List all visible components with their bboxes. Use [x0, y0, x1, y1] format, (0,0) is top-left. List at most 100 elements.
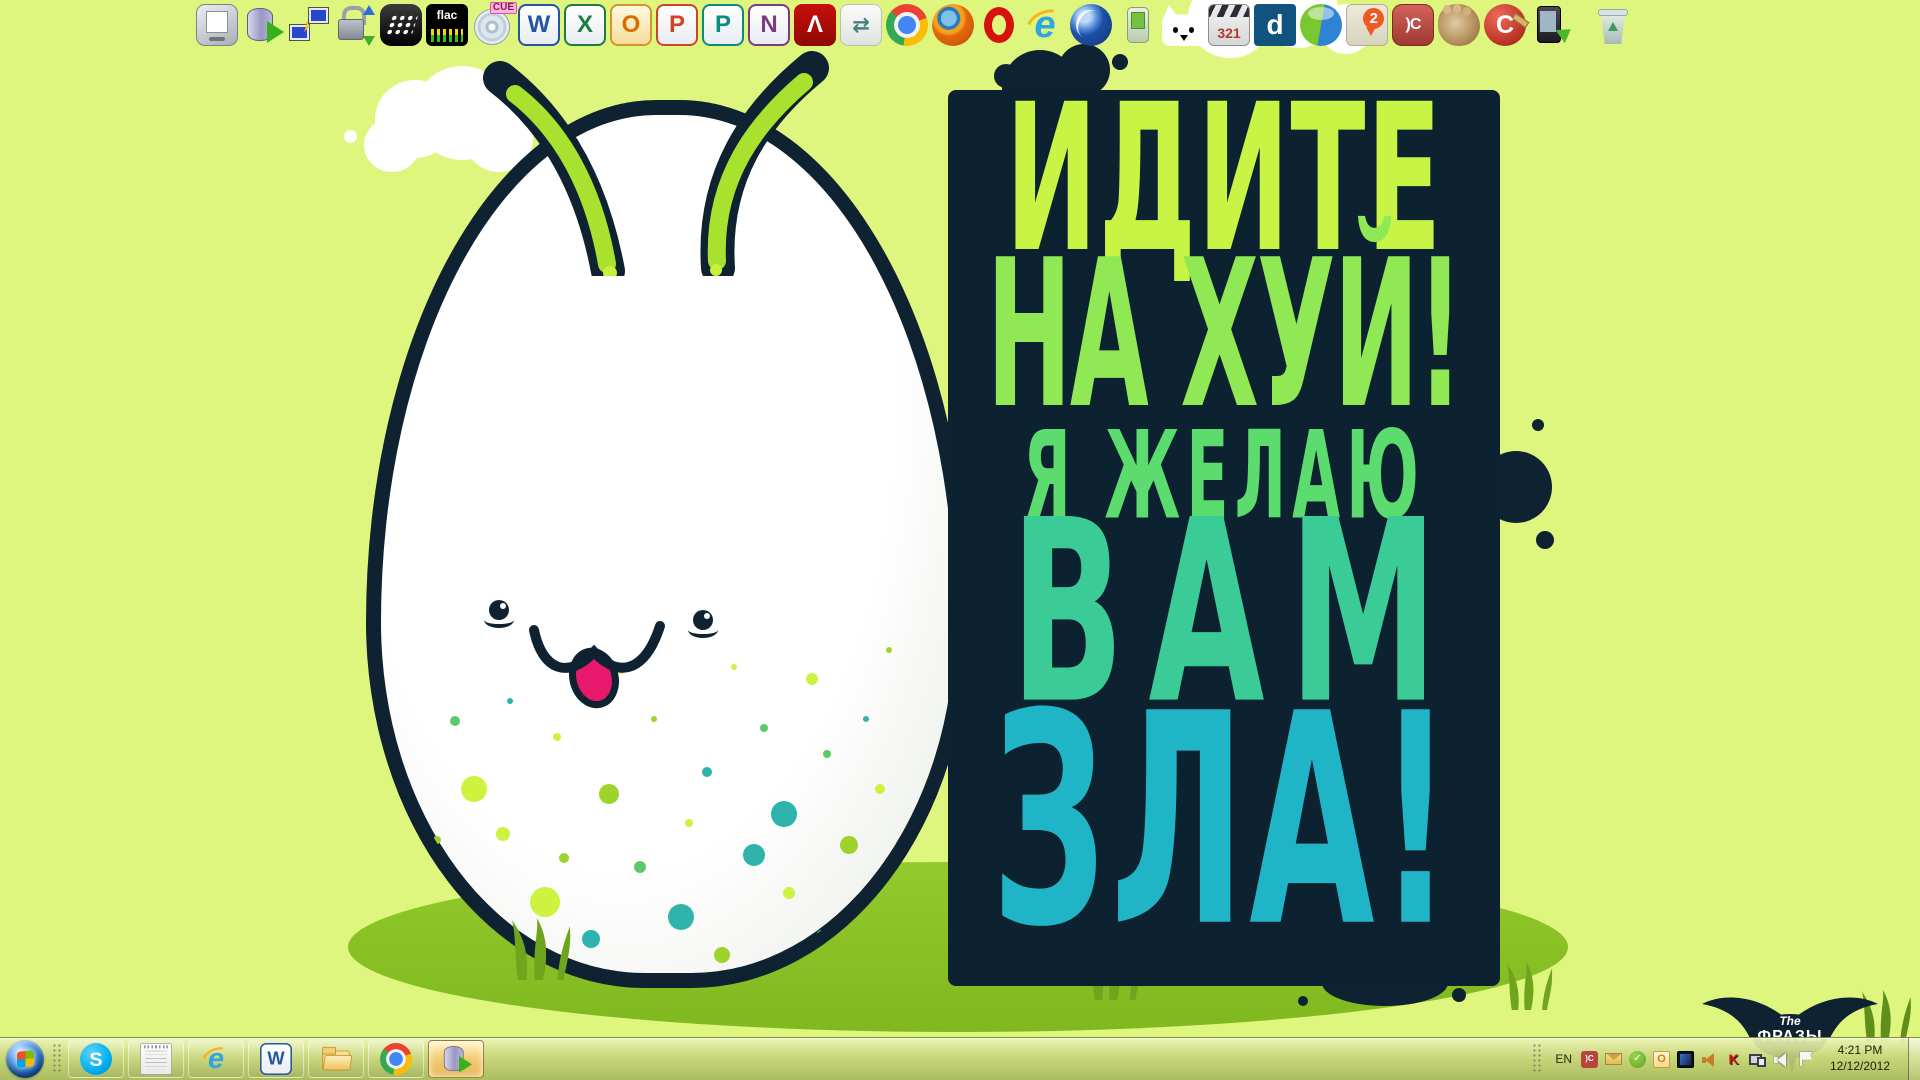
- recycle-bin-icon[interactable]: [1592, 4, 1634, 46]
- cloud: [364, 118, 420, 172]
- speckle: [450, 716, 460, 726]
- speckle: [668, 904, 694, 930]
- tray-update-ok-icon[interactable]: ✓: [1629, 1051, 1646, 1068]
- windows-flag-icon: [17, 1050, 34, 1067]
- adobe-reader-icon[interactable]: Λ: [794, 4, 836, 46]
- remote-desktop-icon[interactable]: [196, 4, 238, 46]
- secure-transfer-icon[interactable]: [334, 4, 376, 46]
- chrome-icon: [380, 1043, 412, 1075]
- firefox-icon[interactable]: [932, 4, 974, 46]
- 2gis-icon[interactable]: 2: [1346, 4, 1388, 46]
- speckle: [702, 767, 712, 777]
- sync-arrows-icon[interactable]: ⇄: [840, 4, 882, 46]
- excel-icon[interactable]: X: [564, 4, 606, 46]
- speckle: [530, 887, 560, 917]
- speckle: [714, 947, 730, 963]
- clock-time: 4:21 PM: [1823, 1043, 1897, 1059]
- tray-dc-plus-plus-icon[interactable]: )C: [1581, 1051, 1598, 1068]
- qip-icon[interactable]: [1116, 4, 1158, 46]
- skype-icon: S: [80, 1043, 112, 1075]
- taskbar-button-notepad[interactable]: [128, 1040, 184, 1078]
- claw-tool-icon[interactable]: [1438, 4, 1480, 46]
- database-run-icon[interactable]: [242, 4, 284, 46]
- speckle: [582, 930, 600, 948]
- system-tray: EN )C ✓ O K 4:21 PM 12/12/2012: [1530, 1038, 1920, 1080]
- tray-audio-icon[interactable]: [1701, 1051, 1718, 1068]
- tray-icons: )C ✓ O K: [1581, 1051, 1814, 1068]
- cloud: [344, 130, 357, 143]
- taskbar-button-explorer[interactable]: [308, 1040, 364, 1078]
- publisher-icon[interactable]: P: [702, 4, 744, 46]
- speckle: [496, 827, 510, 841]
- d-client-icon[interactable]: d: [1254, 4, 1296, 46]
- speckle: [898, 870, 912, 884]
- internet-explorer-icon[interactable]: e: [1024, 4, 1066, 46]
- message-panel: ИДИТЕНА ХУЙ!Я ЖЕЛАЮВАМЗЛА!: [948, 90, 1500, 986]
- speckle: [731, 664, 737, 670]
- network-computers-icon[interactable]: [288, 4, 330, 46]
- sphere-app-icon[interactable]: [1300, 4, 1342, 46]
- show-desktop-button[interactable]: [1908, 1038, 1920, 1080]
- tray-network-icon[interactable]: [1749, 1051, 1766, 1068]
- ccleaner-icon[interactable]: C: [1484, 4, 1526, 46]
- left-eye: [489, 600, 509, 620]
- speckle: [886, 647, 892, 653]
- ink-splat: [1532, 419, 1544, 431]
- speckle: [599, 784, 619, 804]
- tray-action-center-icon[interactable]: [1797, 1051, 1814, 1068]
- tray-grip[interactable]: [1533, 1044, 1543, 1074]
- speckle: [433, 836, 441, 844]
- tray-outlook-icon[interactable]: O: [1653, 1051, 1670, 1068]
- clock[interactable]: 4:21 PM 12/12/2012: [1823, 1043, 1897, 1074]
- media-player-classic-icon[interactable]: 321: [1208, 4, 1250, 46]
- blackberry-icon[interactable]: [380, 4, 422, 46]
- tray-display-icon[interactable]: [1677, 1051, 1694, 1068]
- taskbar-button-chrome[interactable]: [368, 1040, 424, 1078]
- antennae: [460, 26, 880, 276]
- phone-sync-icon[interactable]: [1530, 4, 1572, 46]
- logo-text-line1: The: [1700, 1014, 1880, 1028]
- start-button[interactable]: [6, 1040, 44, 1078]
- desktop: ИДИТЕНА ХУЙ!Я ЖЕЛАЮВАМЗЛА! The ФРАЗЫ fla…: [0, 0, 1920, 1080]
- mouth: [528, 618, 668, 713]
- taskbar-button-internet-explorer[interactable]: e: [188, 1040, 244, 1078]
- word-icon[interactable]: W: [518, 4, 560, 46]
- explorer-icon: [320, 1043, 352, 1075]
- onenote-icon[interactable]: N: [748, 4, 790, 46]
- right-eye: [693, 610, 713, 630]
- foobar2000-icon[interactable]: [1162, 4, 1204, 46]
- speckle: [507, 698, 513, 704]
- tray-mail-icon[interactable]: [1605, 1053, 1622, 1065]
- opera-icon[interactable]: [978, 4, 1020, 46]
- tray-volume-icon[interactable]: [1773, 1051, 1790, 1068]
- speckle: [553, 733, 561, 741]
- outlook-icon[interactable]: O: [610, 4, 652, 46]
- speckle: [823, 750, 831, 758]
- speckle: [461, 776, 487, 802]
- word-icon: W: [260, 1043, 292, 1075]
- chrome-icon[interactable]: [886, 4, 928, 46]
- google-earth-icon[interactable]: [1070, 4, 1112, 46]
- language-indicator[interactable]: EN: [1553, 1052, 1574, 1066]
- dc-plus-plus-icon[interactable]: )C: [1392, 4, 1434, 46]
- taskbar-button-skype[interactable]: S: [68, 1040, 124, 1078]
- speckle: [817, 930, 825, 938]
- speckle: [840, 836, 858, 854]
- speckle: [685, 819, 693, 827]
- speckle: [559, 853, 569, 863]
- taskbar-button-database-run[interactable]: [428, 1040, 484, 1078]
- speckle: [806, 673, 818, 685]
- ink-splat: [1536, 531, 1554, 549]
- cue-disc-icon[interactable]: CUE: [472, 4, 514, 46]
- speckle: [634, 861, 646, 873]
- flac-icon[interactable]: flac: [426, 4, 468, 46]
- toolbar-grip[interactable]: [53, 1044, 63, 1074]
- speckle: [743, 844, 765, 866]
- taskbar-button-word[interactable]: W: [248, 1040, 304, 1078]
- powerpoint-icon[interactable]: P: [656, 4, 698, 46]
- clock-date: 12/12/2012: [1823, 1059, 1897, 1075]
- speckle: [863, 716, 869, 722]
- dock: flacCUEWXOPPNΛ⇄e321d2)CC: [196, 4, 1634, 46]
- message-line-5: ЗЛА!: [948, 677, 1500, 969]
- tray-kaspersky-icon[interactable]: K: [1725, 1051, 1742, 1068]
